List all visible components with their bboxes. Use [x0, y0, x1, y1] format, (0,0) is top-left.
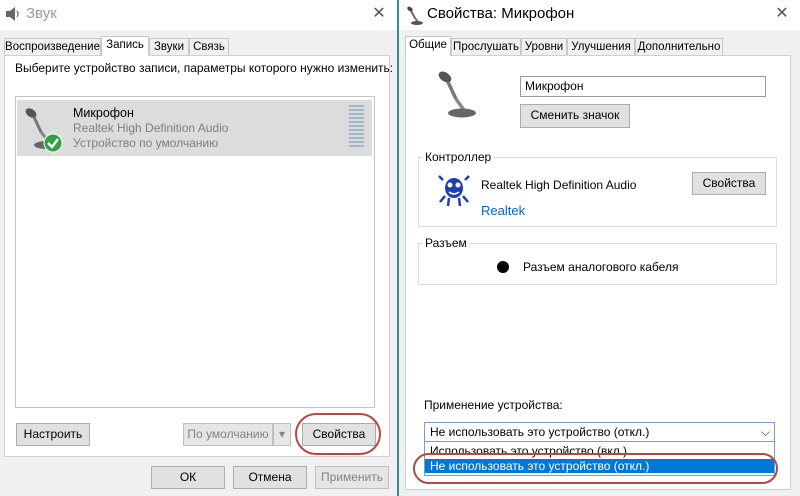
tab-levels[interactable]: Уровни [521, 38, 567, 56]
sound-titlebar[interactable]: Звук ✕ [0, 0, 398, 30]
controller-name: Realtek High Definition Audio [481, 178, 637, 192]
device-list[interactable]: Микрофон Realtek High Definition Audio У… [15, 96, 375, 408]
general-panel: Микрофон Сменить значок Контроллер Realt… [405, 55, 791, 490]
realtek-link[interactable]: Realtek [481, 203, 525, 218]
cancel-button[interactable]: Отмена [233, 466, 307, 489]
jack-dot-icon [497, 261, 509, 273]
usage-selected-value: Не использовать это устройство (откл.) [430, 425, 650, 439]
tab-enhancements[interactable]: Улучшения [567, 38, 635, 56]
level-meter [349, 105, 364, 151]
tab-sounds[interactable]: Звуки [149, 38, 189, 56]
controller-properties-button[interactable]: Свойства [692, 172, 766, 195]
tab-communications[interactable]: Связь [189, 38, 229, 56]
instruction-text: Выберите устройство записи, параметры ко… [15, 61, 394, 75]
tab-general[interactable]: Общие [405, 36, 451, 56]
tab-advanced[interactable]: Дополнительно [635, 38, 723, 56]
sound-window-title: Звук [26, 5, 57, 22]
ok-button[interactable]: ОК [151, 466, 225, 489]
chevron-down-icon: ⌵ [760, 425, 770, 439]
recording-panel: Выберите устройство записи, параметры ко… [4, 55, 394, 457]
device-status: Устройство по умолчанию [73, 136, 219, 150]
tab-recording[interactable]: Запись [101, 36, 149, 56]
change-icon-button[interactable]: Сменить значок [520, 104, 630, 128]
disable-option-highlight [413, 453, 778, 484]
properties-window: Свойства: Микрофон ✕ Общие Прослушать Ур… [399, 0, 800, 496]
controller-label: Контроллер [423, 150, 494, 164]
device-name-field[interactable]: Микрофон [520, 76, 766, 97]
properties-window-title: Свойства: Микрофон [427, 5, 575, 22]
set-default-button: По умолчанию [183, 423, 273, 446]
controller-group: Контроллер Realtek High Definition Audio… [418, 150, 777, 227]
tab-playback[interactable]: Воспроизведение [4, 38, 101, 56]
jack-value: Разъем аналогового кабеля [523, 260, 679, 274]
apply-button: Применить [315, 466, 389, 489]
realtek-logo-icon [437, 174, 471, 208]
close-icon[interactable]: ✕ [771, 4, 793, 24]
jack-group: Разъем Разъем аналогового кабеля [418, 236, 777, 285]
sound-window: Звук ✕ Воспроизведение Запись Звуки Связ… [0, 0, 398, 496]
usage-label: Применение устройства: [424, 398, 563, 412]
microphone-title-icon [405, 4, 425, 26]
microphone-icon [434, 68, 480, 120]
chevron-down-icon: ▾ [278, 427, 286, 441]
device-driver: Realtek High Definition Audio [73, 121, 229, 135]
properties-titlebar[interactable]: Свойства: Микрофон ✕ [399, 0, 800, 30]
set-default-dropdown: ▾ [273, 423, 291, 446]
close-icon[interactable]: ✕ [368, 4, 390, 24]
tab-listen[interactable]: Прослушать [451, 38, 521, 56]
configure-button[interactable]: Настроить [16, 423, 90, 446]
usage-select[interactable]: Не использовать это устройство (откл.) ⌵ [424, 422, 775, 442]
speaker-icon [4, 6, 20, 22]
default-check-icon [43, 133, 63, 153]
properties-highlight [295, 413, 381, 455]
device-name: Микрофон [73, 106, 134, 120]
jack-label: Разъем [423, 236, 469, 250]
list-item[interactable]: Микрофон Realtek High Definition Audio У… [17, 100, 372, 156]
